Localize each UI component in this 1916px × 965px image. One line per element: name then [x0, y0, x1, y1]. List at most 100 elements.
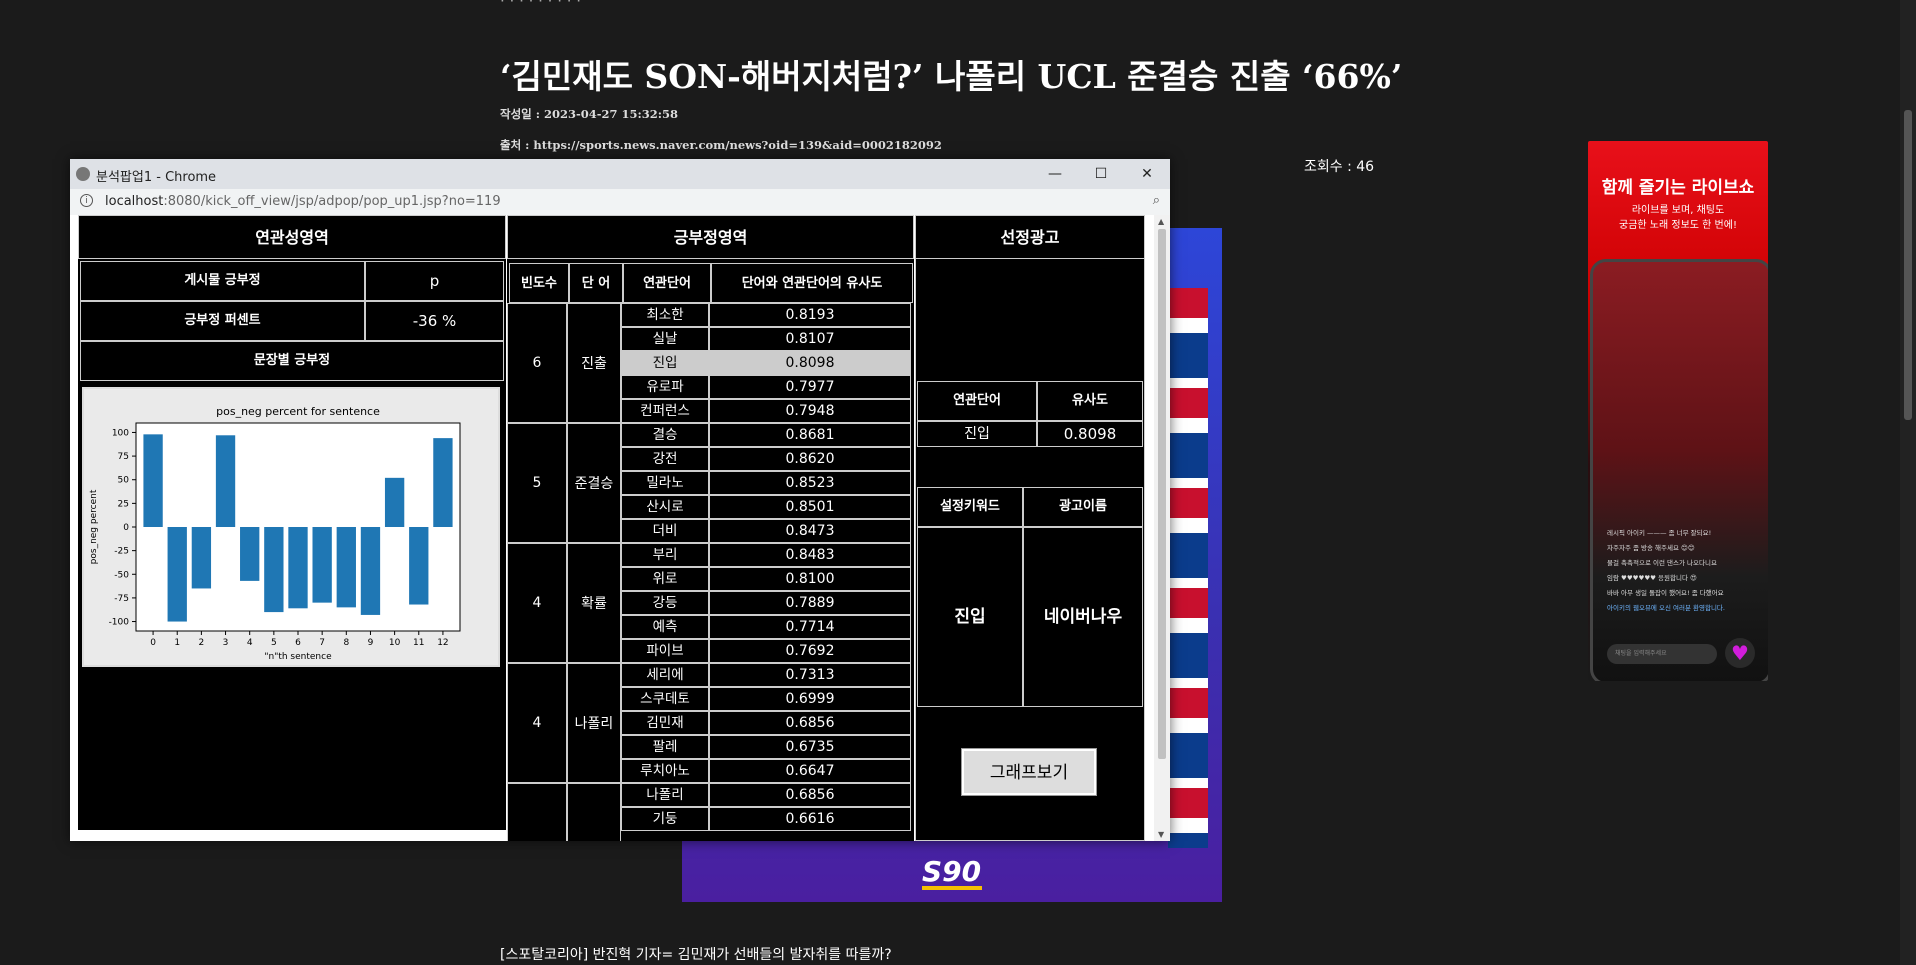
- word-cell: 진출: [567, 303, 621, 423]
- x-tick-label: 7: [319, 638, 325, 648]
- x-tick-label: 9: [368, 638, 374, 648]
- frequency-cell: 4: [507, 543, 567, 663]
- article-title: ‘김민재도 SON-해버지처럼?’ 나폴리 UCL 준결승 진출 ‘66%’: [500, 57, 1403, 96]
- word-group: 5 준결승 결승 0.8681 강전 0.8620 밀라노 0.8523 산시로 0.8501 더비…: [507, 423, 914, 543]
- table-row: 스쿠데토 0.6999: [621, 687, 911, 711]
- y-tick-label: 25: [118, 499, 129, 509]
- frequency-cell: [507, 783, 567, 841]
- col-word: 단 어: [569, 263, 623, 303]
- popup-scrollbar-thumb[interactable]: [1158, 229, 1166, 759]
- sentence-posneg-chart: pos_neg percent for sentence "n"th senten…: [81, 386, 501, 668]
- heart-icon: ♥: [1725, 638, 1755, 668]
- y-tick-label: -25: [114, 547, 129, 557]
- bar: [312, 527, 332, 603]
- popup-scrollbar[interactable]: ▲ ▼: [1154, 215, 1170, 841]
- chat-line: 임람 ♥♥♥♥♥♥ 응원합니다 😍: [1607, 574, 1697, 582]
- side-ad-banner[interactable]: 함께 즐기는 라이브쇼 라이브를 보며, 채팅도 궁금한 노래 정보도 한 번에…: [1588, 141, 1768, 681]
- minimize-button[interactable]: —: [1032, 159, 1078, 189]
- word-cell: 나폴리: [567, 663, 621, 783]
- bar: [191, 527, 212, 589]
- table-row: 기둥 0.6616: [621, 807, 911, 831]
- table-row: 세리에 0.7313: [621, 663, 911, 687]
- related-word-cell: 위로: [621, 567, 709, 591]
- similarity-cell: 0.8483: [709, 543, 911, 567]
- view-count: 조회수 : 46: [1304, 159, 1375, 175]
- scroll-down-icon[interactable]: ▼: [1158, 830, 1164, 839]
- word-cell: 준결승: [567, 423, 621, 543]
- club-badges-strip: [1168, 288, 1208, 848]
- table-row: 결승 0.8681: [621, 423, 911, 447]
- url-text[interactable]: localhost:8080/kick_off_view/jsp/adpop/p…: [105, 194, 501, 209]
- x-tick-label: 12: [437, 638, 448, 648]
- x-axis-label: "n"th sentence: [264, 652, 332, 662]
- ad-name-value: 네이버나우: [1023, 527, 1143, 707]
- article-body-line: [스포탈코리아] 반진혁 기자= 김민재가 선배들의 발자취를 따를까?: [500, 947, 892, 963]
- table-row: 루치아노 0.6647: [621, 759, 911, 783]
- related-word-cell: 나폴리: [621, 783, 709, 807]
- x-tick-label: 8: [343, 638, 349, 648]
- scroll-up-icon[interactable]: ▲: [1158, 217, 1164, 226]
- y-tick-label: -50: [114, 570, 129, 580]
- article-source[interactable]: 출처 : https://sports.news.naver.com/news?…: [500, 137, 942, 153]
- info-icon[interactable]: i: [80, 194, 93, 207]
- x-tick-label: 1: [174, 638, 180, 648]
- y-tick-label: 75: [118, 452, 129, 462]
- chat-line: 레시픽 아이키 ——— 좀 너무 잘되요!: [1607, 529, 1712, 537]
- x-tick-label: 6: [295, 638, 301, 648]
- article-date: 작성일 : 2023-04-27 15:32:58: [500, 107, 679, 121]
- bar: [409, 527, 429, 605]
- bar: [215, 435, 236, 527]
- address-bar[interactable]: i localhost:8080/kick_off_view/jsp/adpop…: [70, 189, 1170, 215]
- zoom-icon[interactable]: ⌕: [1153, 193, 1160, 208]
- assoc-word-value: 진입: [917, 421, 1037, 447]
- similarity-cell: 0.7948: [709, 399, 911, 423]
- similarity-cell: 0.8620: [709, 447, 911, 471]
- related-word-cell: 실날: [621, 327, 709, 351]
- ad-logo-underline: [922, 886, 982, 890]
- related-word-cell: 파이브: [621, 639, 709, 663]
- related-word-cell: 김민재: [621, 711, 709, 735]
- ad-logo-text: S90: [922, 855, 982, 888]
- table-row: 최소한 0.8193: [621, 303, 911, 327]
- word-group: 4 나폴리 세리에 0.7313 스쿠데토 0.6999 김민재 0.6856 팔레 0.6735…: [507, 663, 914, 783]
- relevance-header: 연관성영역: [78, 215, 506, 259]
- similarity-cell: 0.8100: [709, 567, 911, 591]
- similarity-cell: 0.6856: [709, 783, 911, 807]
- sentence-posneg-label: 문장별 긍부정: [80, 341, 504, 381]
- bar: [167, 527, 187, 622]
- similarity-cell: 0.7977: [709, 375, 911, 399]
- related-word-cell: 스쿠데토: [621, 687, 709, 711]
- chat-line: 아이키의 웹오뷰에 오신 여러분 환영합니다.: [1607, 604, 1725, 612]
- word-group: 나폴리 0.6856 기둥 0.6616: [507, 783, 914, 841]
- similarity-cell: 0.8681: [709, 423, 911, 447]
- post-posneg-label: 게시물 긍부정: [80, 261, 365, 301]
- analysis-popup-window: 분석팝업1 - Chrome — ☐ ✕ i localhost:8080/ki…: [70, 159, 1170, 841]
- window-titlebar[interactable]: 분석팝업1 - Chrome — ☐ ✕: [70, 159, 1170, 189]
- y-tick-label: 100: [112, 428, 129, 438]
- similarity-label: 유사도: [1037, 381, 1143, 421]
- similarity-table: 6 진출 최소한 0.8193 실날 0.8107 진입 0.8098 유로파 0.7977 컨퍼런…: [507, 303, 914, 841]
- close-button[interactable]: ✕: [1124, 159, 1170, 189]
- x-tick-label: 10: [389, 638, 401, 648]
- popup-content: 연관성영역 게시물 긍부정 p 긍부정 퍼센트 -36 % 문장별 긍부정 po…: [70, 215, 1170, 841]
- table-row: 컨퍼런스 0.7948: [621, 399, 911, 423]
- page-scrollbar[interactable]: [1900, 0, 1916, 965]
- maximize-button[interactable]: ☐: [1078, 159, 1124, 189]
- related-word-cell: 기둥: [621, 807, 709, 831]
- y-tick-label: -75: [114, 594, 129, 604]
- chrome-icon: [76, 167, 90, 181]
- similarity-cell: 0.8107: [709, 327, 911, 351]
- x-tick-label: 0: [150, 638, 156, 648]
- similarity-cell: 0.7889: [709, 591, 911, 615]
- word-group: 6 진출 최소한 0.8193 실날 0.8107 진입 0.8098 유로파 0.7977 컨퍼런…: [507, 303, 914, 423]
- similarity-cell: 0.6735: [709, 735, 911, 759]
- bar: [264, 527, 284, 613]
- related-word-cell: 최소한: [621, 303, 709, 327]
- url-host: localhost: [105, 194, 164, 209]
- related-word-cell: 진입: [621, 351, 709, 375]
- bar-chart-svg: pos_neg percent for sentence "n"th senten…: [89, 405, 461, 662]
- view-graph-button[interactable]: 그래프보기: [961, 748, 1097, 796]
- page-scrollbar-thumb[interactable]: [1904, 110, 1912, 420]
- similarity-cell: 0.8098: [709, 351, 911, 375]
- x-tick-label: 3: [223, 638, 229, 648]
